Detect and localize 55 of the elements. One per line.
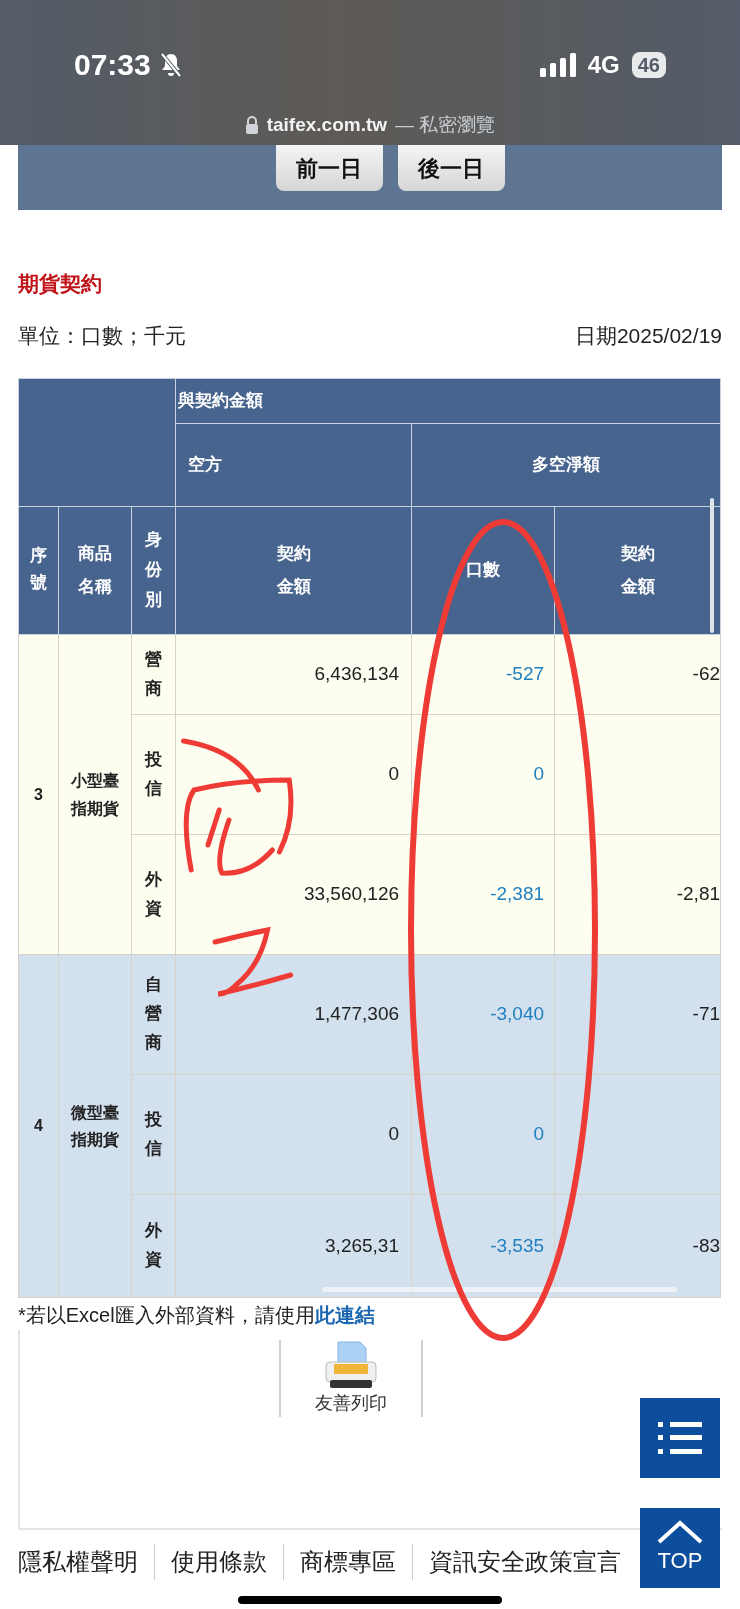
table-cell: -2,381 xyxy=(411,834,555,955)
table-cell: -527 xyxy=(411,634,555,715)
footer-link[interactable]: 資訊安全政策宣言 xyxy=(413,1544,637,1580)
header-cell: 契約金額 xyxy=(175,506,412,635)
table-cell: 6,436,134 xyxy=(175,634,412,715)
table-cell: 自營商 xyxy=(131,954,176,1075)
muted-bell-icon xyxy=(158,51,183,78)
day-nav-button[interactable]: 前一日 xyxy=(275,145,383,191)
clock-time: 07:33 xyxy=(74,47,151,83)
lock-icon xyxy=(244,116,259,135)
back-to-top-button[interactable]: TOP xyxy=(640,1508,720,1588)
print-button[interactable]: 友善列印 xyxy=(279,1340,423,1417)
scrollbar-thumb[interactable] xyxy=(710,498,714,633)
header-cell: 口數 xyxy=(411,506,555,635)
table-cell: 0 xyxy=(175,714,412,835)
header-cell: 空方 xyxy=(175,423,412,507)
footer-link[interactable]: 隱私權聲明 xyxy=(18,1544,155,1580)
table-cell: 0 xyxy=(175,1074,412,1195)
header-cell: 商品名稱 xyxy=(58,506,132,635)
signal-icon xyxy=(539,52,576,77)
header-cell: 多空淨額 xyxy=(411,423,721,507)
browser-url[interactable]: taifex.com.tw xyxy=(266,111,388,140)
scrollbar-thumb[interactable] xyxy=(322,1287,677,1292)
table-cell: 0 xyxy=(411,1074,555,1195)
table-cell: 3 xyxy=(18,634,59,955)
table-cell: 投信 xyxy=(131,1074,176,1195)
day-nav-button[interactable]: 後一日 xyxy=(397,145,505,191)
list-icon xyxy=(658,1421,702,1455)
table-cell: -3,040 xyxy=(411,954,555,1075)
table-cell: 外資 xyxy=(131,1194,176,1298)
table-cell: 營商 xyxy=(131,634,176,715)
footer-link[interactable]: 使用條款 xyxy=(155,1544,284,1580)
header-cell: 身份別 xyxy=(131,506,176,635)
table-cell: -2,81 xyxy=(554,834,721,955)
header-cell: 與契約金額 xyxy=(175,378,721,424)
section-title: 期貨契約 xyxy=(18,271,103,297)
footer-link[interactable]: 商標專區 xyxy=(284,1544,413,1580)
header-cell: 契約金額 xyxy=(554,506,721,635)
table-cell: 小型臺指期貨 xyxy=(58,634,132,955)
chevron-up-icon xyxy=(657,1519,703,1544)
excel-link[interactable]: 此連結 xyxy=(314,1304,375,1326)
unit-label: 單位：口數；千元 xyxy=(18,322,186,349)
battery-indicator: 46 xyxy=(631,51,666,78)
network-label: 4G xyxy=(587,49,620,80)
table-cell: -62 xyxy=(554,634,721,715)
excel-note: *若以Excel匯入外部資料，請使用此連結 xyxy=(18,1303,376,1328)
table-cell: 微型臺指期貨 xyxy=(58,954,132,1298)
menu-button[interactable] xyxy=(640,1398,720,1478)
private-mode-label: — 私密瀏覽 xyxy=(395,113,496,137)
header-cell: 序號 xyxy=(18,506,59,635)
table-cell: 4 xyxy=(18,954,59,1298)
table-cell: 外資 xyxy=(131,834,176,955)
date-label: 日期2025/02/19 xyxy=(574,322,722,349)
table-cell: 投信 xyxy=(131,714,176,835)
table-cell: -71 xyxy=(554,954,721,1075)
